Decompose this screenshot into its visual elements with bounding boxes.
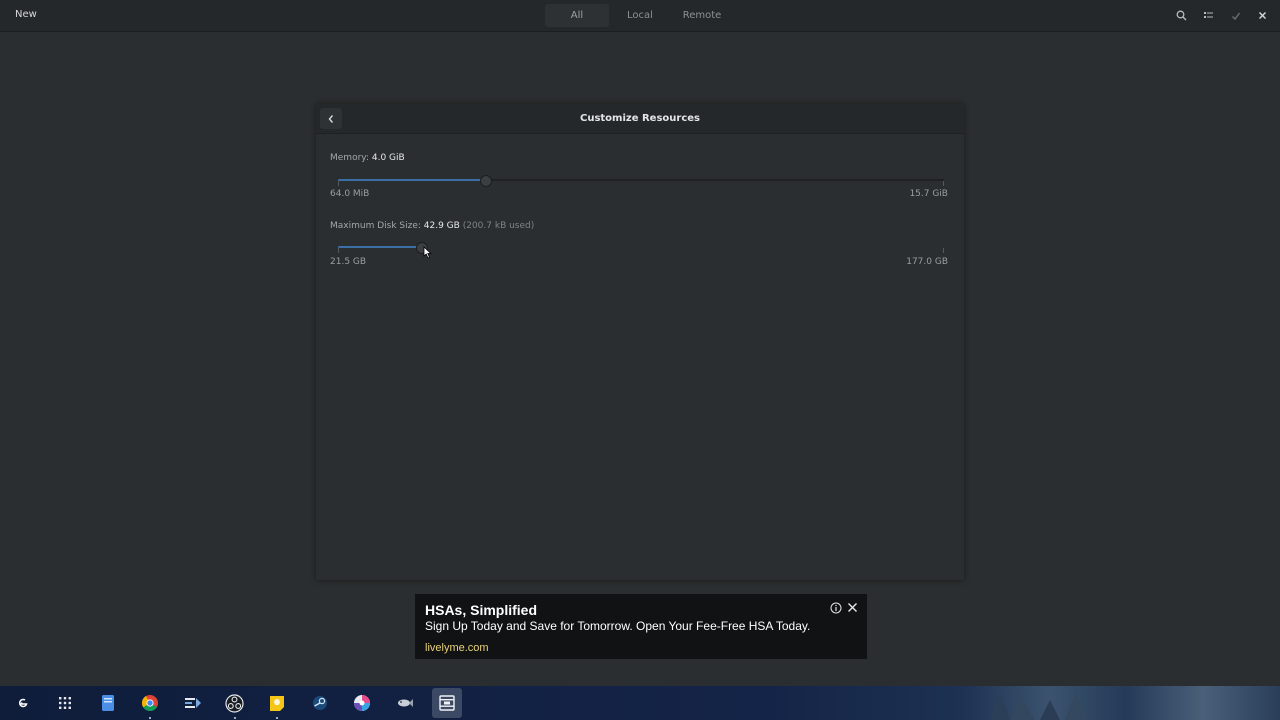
dock-item-aquarium[interactable] bbox=[390, 688, 420, 718]
search-button[interactable] bbox=[1168, 4, 1195, 27]
wallpaper-trees bbox=[990, 690, 1087, 720]
steam-icon bbox=[312, 696, 327, 710]
disk-slider-fill bbox=[338, 246, 422, 248]
color-picker-icon bbox=[354, 695, 371, 711]
dock-item-notes[interactable] bbox=[262, 688, 292, 719]
mouse-cursor-icon bbox=[423, 246, 432, 259]
ad-url[interactable]: livelyme.com bbox=[425, 642, 489, 654]
header-actions bbox=[1168, 4, 1276, 27]
view-switcher: All Local Remote bbox=[545, 4, 733, 27]
chevron-left-icon bbox=[328, 114, 334, 123]
disk-size-label-text: Maximum Disk Size: bbox=[330, 221, 421, 231]
disk-size-value: 42.9 GB bbox=[423, 221, 460, 231]
header-bar: New All Local Remote bbox=[0, 0, 1280, 32]
disk-used-text: (200.7 kB used) bbox=[462, 221, 535, 231]
ad-banner[interactable]: HSAs, Simplified Sign Up Today and Save … bbox=[415, 594, 867, 659]
running-indicator bbox=[233, 717, 236, 719]
tab-remote[interactable]: Remote bbox=[671, 4, 733, 27]
ad-text[interactable]: Sign Up Today and Save for Tomorrow. Ope… bbox=[425, 619, 810, 633]
disk-size-label: Maximum Disk Size: 42.9 GB (200.7 kB use… bbox=[330, 221, 534, 231]
tab-local[interactable]: Local bbox=[609, 4, 671, 27]
running-indicator bbox=[149, 717, 152, 719]
obs-icon bbox=[225, 693, 245, 713]
dock-item-obs[interactable] bbox=[220, 688, 250, 719]
disk-min-label: 21.5 GB bbox=[330, 257, 367, 267]
dock-item-launcher[interactable] bbox=[8, 688, 38, 718]
aquarium-icon bbox=[397, 699, 413, 707]
checkmark-button[interactable] bbox=[1222, 4, 1249, 27]
selection-mode-button[interactable] bbox=[1195, 4, 1222, 27]
ad-title[interactable]: HSAs, Simplified bbox=[425, 602, 537, 618]
checkmark-icon bbox=[1231, 12, 1240, 20]
notes-icon bbox=[270, 695, 285, 711]
memory-slider-fill bbox=[338, 179, 486, 181]
disk-max-label: 177.0 GB bbox=[906, 257, 948, 267]
disk-slider-min-tick bbox=[338, 248, 339, 253]
taskbar bbox=[0, 686, 1280, 720]
memory-slider-max-tick bbox=[943, 181, 944, 186]
info-icon[interactable] bbox=[830, 602, 842, 614]
memory-min-label: 64.0 MiB bbox=[330, 189, 370, 199]
memory-label-text: Memory: bbox=[330, 153, 369, 163]
dock-item-boxes[interactable] bbox=[431, 688, 462, 718]
dock-item-steam[interactable] bbox=[305, 688, 335, 718]
memory-value: 4.0 GiB bbox=[371, 153, 405, 163]
dialog-title: Customize Resources bbox=[579, 113, 700, 124]
new-button[interactable]: New bbox=[6, 4, 46, 26]
back-button[interactable] bbox=[320, 108, 342, 129]
tab-all[interactable]: All bbox=[545, 4, 609, 27]
code-editor-icon bbox=[184, 698, 201, 708]
selection-mode-icon bbox=[1204, 12, 1213, 18]
dock-item-editor[interactable] bbox=[178, 688, 208, 718]
close-icon bbox=[1259, 12, 1266, 19]
disk-slider-max-tick bbox=[943, 248, 944, 253]
files-icon bbox=[101, 695, 114, 711]
app-launcher-icon bbox=[18, 698, 28, 708]
boxes-icon bbox=[439, 695, 455, 711]
memory-slider-min-tick bbox=[338, 181, 339, 186]
dialog-header: Customize Resources bbox=[316, 104, 964, 134]
window-close-button[interactable] bbox=[1249, 4, 1276, 27]
dock-item-apps-grid[interactable] bbox=[50, 688, 80, 718]
dock-item-color-picker[interactable] bbox=[347, 688, 377, 718]
customize-resources-dialog: Customize Resources Memory: 4.0 GiB 64.0… bbox=[316, 104, 964, 580]
dock-item-files[interactable] bbox=[93, 688, 123, 718]
memory-max-label: 15.7 GiB bbox=[909, 189, 948, 199]
memory-slider-handle[interactable] bbox=[480, 175, 492, 187]
running-indicator bbox=[276, 717, 279, 719]
close-icon[interactable] bbox=[847, 602, 858, 613]
apps-grid-icon bbox=[59, 697, 72, 709]
chrome-icon bbox=[142, 695, 159, 712]
memory-slider[interactable] bbox=[338, 174, 944, 187]
memory-label: Memory: 4.0 GiB bbox=[330, 153, 405, 163]
dock-item-chrome[interactable] bbox=[135, 688, 165, 719]
search-icon bbox=[1176, 10, 1187, 21]
dock bbox=[8, 688, 474, 719]
